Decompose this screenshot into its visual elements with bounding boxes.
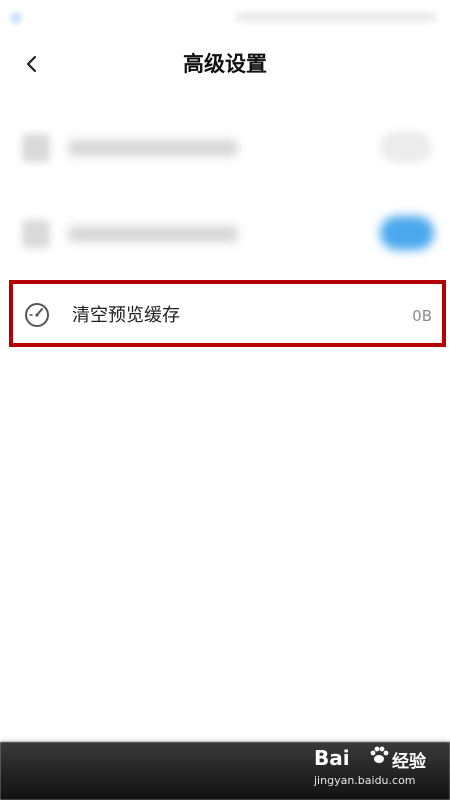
page-title: 高级设置	[183, 52, 267, 76]
status-bar	[0, 0, 450, 34]
toggle-switch-off[interactable]	[380, 132, 432, 162]
status-indicator-icon	[10, 12, 22, 24]
blurred-setting-icon	[22, 220, 50, 248]
clear-preview-cache-item[interactable]: 清空预览缓存 0B	[0, 282, 450, 350]
settings-item-blurred-2[interactable]	[0, 190, 450, 276]
paw-icon	[370, 746, 389, 763]
settings-item-blurred-1[interactable]	[0, 104, 450, 190]
baidu-jingyan-watermark: Bai 经验 jingyan.baidu.com	[312, 744, 430, 792]
watermark-suffix: 经验	[392, 752, 426, 772]
chevron-left-icon	[26, 55, 37, 73]
blurred-setting-icon	[22, 134, 50, 162]
status-icons	[236, 12, 436, 22]
back-button[interactable]	[14, 46, 50, 82]
cache-size-value: 0B	[412, 307, 432, 325]
speedometer-icon	[25, 303, 49, 327]
blurred-setting-label	[68, 226, 238, 242]
watermark-url: jingyan.baidu.com	[314, 774, 416, 787]
blurred-setting-label	[68, 140, 238, 156]
toggle-switch-on[interactable]	[380, 216, 434, 250]
header: 高级设置	[0, 38, 450, 90]
watermark-brand: Bai	[314, 746, 350, 770]
clear-preview-cache-label: 清空预览缓存	[72, 305, 180, 326]
